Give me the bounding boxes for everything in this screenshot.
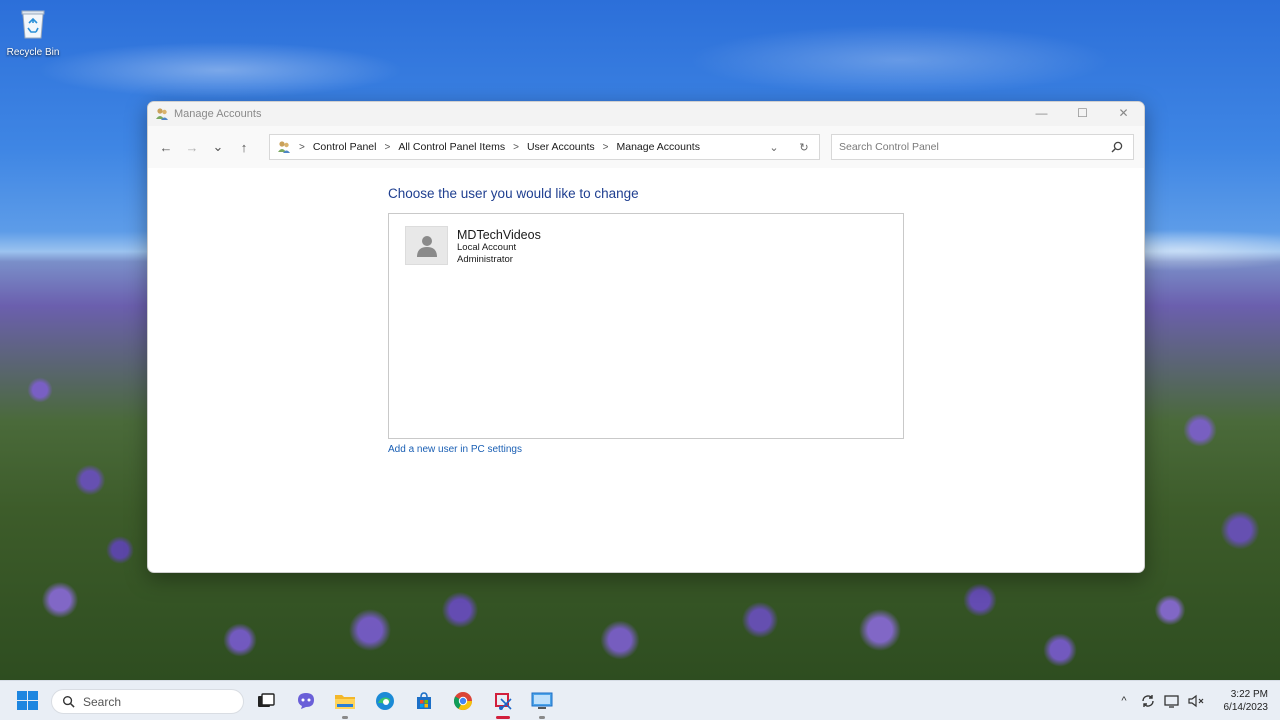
breadcrumb-separator-icon[interactable]: >: [513, 142, 519, 153]
recycle-bin-label: Recycle Bin: [6, 47, 60, 58]
task-view-button[interactable]: [254, 689, 278, 713]
search-icon: [62, 695, 75, 708]
account-role: Administrator: [457, 254, 513, 265]
control-panel-icon: [278, 141, 290, 153]
task-view-icon: [258, 693, 275, 707]
store-button[interactable]: [412, 689, 436, 713]
up-button[interactable]: ↑: [231, 134, 257, 160]
breadcrumb-separator-icon[interactable]: >: [384, 142, 390, 153]
user-avatar-icon: [416, 235, 437, 257]
edge-button[interactable]: [373, 689, 397, 713]
account-type: Local Account: [457, 242, 517, 253]
running-indicator: [539, 716, 545, 719]
address-dropdown-button[interactable]: ⌄: [759, 141, 789, 154]
title-bar[interactable]: Manage Accounts — ☐ ✕: [148, 102, 1144, 126]
back-button[interactable]: ←: [153, 134, 179, 160]
search-icon[interactable]: [1110, 140, 1124, 154]
clock-date: 6/14/2023: [1223, 702, 1269, 713]
taskbar: Search ^ 3:22 PM 6/14/2023: [0, 680, 1280, 720]
recycle-bin-icon: [21, 10, 45, 39]
avatar: [405, 226, 448, 265]
folder-icon: [335, 695, 355, 709]
recycle-bin-shortcut[interactable]: Recycle Bin: [4, 4, 62, 64]
search-input[interactable]: Search Control Panel: [831, 134, 1134, 160]
user-tile[interactable]: MDTechVideos Local Account Administrator: [405, 226, 541, 266]
user-name: MDTechVideos: [457, 228, 541, 242]
edge-icon: [376, 692, 394, 710]
window-title: Manage Accounts: [174, 108, 262, 120]
close-button[interactable]: ✕: [1103, 102, 1144, 124]
clock-time: 3:22 PM: [1230, 689, 1268, 700]
minimize-button[interactable]: —: [1021, 102, 1062, 124]
breadcrumb-separator-icon[interactable]: >: [603, 142, 609, 153]
forward-button[interactable]: →: [179, 134, 205, 160]
volume-muted-icon[interactable]: [1184, 693, 1208, 709]
chrome-button[interactable]: [451, 689, 475, 713]
snipping-tool-button[interactable]: [491, 689, 515, 719]
recent-locations-button[interactable]: ⌄: [205, 134, 231, 160]
network-icon[interactable]: [1160, 693, 1184, 709]
remote-desktop-icon: [531, 692, 553, 709]
breadcrumb-control-panel[interactable]: Control Panel: [313, 141, 377, 153]
address-bar[interactable]: > Control Panel > All Control Panel Item…: [269, 134, 820, 160]
store-icon: [417, 692, 431, 709]
taskbar-search-box[interactable]: Search: [51, 689, 244, 714]
active-app-indicator: [496, 716, 510, 719]
page-heading: Choose the user you would like to change: [388, 186, 639, 201]
breadcrumb-separator-icon[interactable]: >: [299, 142, 305, 153]
chat-icon: [298, 693, 314, 709]
user-accounts-icon: [156, 108, 168, 120]
file-explorer-button[interactable]: [333, 689, 357, 719]
breadcrumb-user-accounts[interactable]: User Accounts: [527, 141, 595, 153]
sync-icon[interactable]: [1136, 693, 1160, 709]
taskbar-search-label: Search: [83, 694, 122, 709]
running-indicator: [342, 716, 348, 719]
snipping-tool-icon: [495, 693, 512, 710]
show-hidden-icons-chevron-icon[interactable]: ^: [1112, 695, 1136, 707]
add-user-link[interactable]: Add a new user in PC settings: [388, 444, 522, 455]
manage-accounts-window: Manage Accounts — ☐ ✕ ← → ⌄ ↑ > Control …: [147, 101, 1145, 573]
content-area: Choose the user you would like to change…: [148, 168, 1144, 572]
search-placeholder: Search Control Panel: [839, 141, 939, 153]
start-button-icon[interactable]: [17, 691, 39, 711]
breadcrumb-manage-accounts[interactable]: Manage Accounts: [617, 141, 700, 153]
chat-button[interactable]: [294, 689, 318, 713]
navigation-bar: ← → ⌄ ↑ > Control Panel > All Control Pa…: [148, 126, 1144, 168]
clock[interactable]: 3:22 PM 6/14/2023: [1208, 688, 1280, 714]
breadcrumb-all-items[interactable]: All Control Panel Items: [398, 141, 505, 153]
system-tray: ^ 3:22 PM 6/14/2023: [1112, 681, 1280, 720]
chrome-icon: [453, 692, 472, 711]
user-list-panel: MDTechVideos Local Account Administrator: [388, 213, 904, 439]
refresh-button[interactable]: ↻: [789, 141, 819, 154]
remote-desktop-button[interactable]: [530, 689, 554, 719]
maximize-button[interactable]: ☐: [1062, 102, 1103, 124]
